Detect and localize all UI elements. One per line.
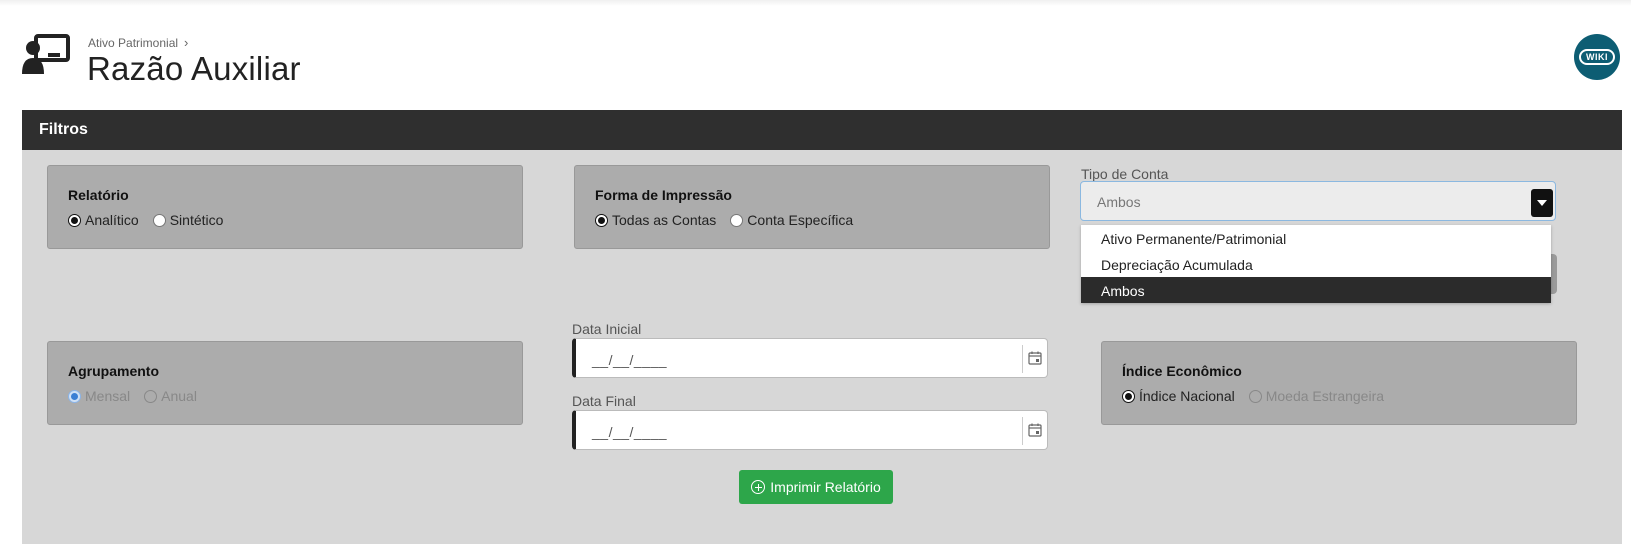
imprimir-relatorio-label: Imprimir Relatório (770, 479, 881, 495)
page-title: Razão Auxiliar (87, 50, 301, 87)
data-final-label: Data Final (572, 393, 636, 409)
radio-analitico-label: Analítico (85, 212, 139, 228)
data-inicial-value: __/__/____ (592, 352, 668, 368)
relatorio-group: Relatório Analítico Sintético (47, 165, 523, 249)
presentation-user-icon (22, 34, 70, 74)
breadcrumb: Ativo Patrimonial › (88, 35, 188, 50)
radio-indice-nacional-label: Índice Nacional (1139, 388, 1235, 404)
forma-impressao-label: Forma de Impressão (595, 187, 732, 203)
relatorio-radio-group: Analítico Sintético (68, 212, 237, 228)
date-separator (1022, 417, 1023, 445)
radio-mensal-control[interactable] (68, 389, 81, 403)
radio-moeda-estrangeira[interactable]: Moeda Estrangeira (1248, 388, 1385, 404)
calendar-icon[interactable] (1028, 351, 1042, 365)
forma-impressao-radio-group: Todas as Contas Conta Específica (595, 212, 867, 228)
tipo-conta-label: Tipo de Conta (1081, 166, 1169, 182)
chevron-right-icon: › (184, 35, 189, 50)
radio-mensal-label: Mensal (85, 388, 131, 404)
top-shadow (0, 0, 1631, 6)
tipo-conta-select[interactable]: Ambos (1080, 181, 1556, 221)
dropdown-option-ativo-permanente[interactable]: Ativo Permanente/Patrimonial (1081, 225, 1551, 251)
breadcrumb-item-ativo-patrimonial[interactable]: Ativo Patrimonial (88, 36, 178, 50)
radio-moeda-estrangeira-control[interactable] (1248, 389, 1262, 403)
radio-conta-especifica-label: Conta Específica (747, 212, 854, 228)
radio-moeda-estrangeira-label: Moeda Estrangeira (1265, 388, 1385, 404)
radio-analitico[interactable]: Analítico (68, 212, 139, 228)
indice-radio-group: Índice Nacional Moeda Estrangeira (1122, 388, 1398, 404)
tipo-conta-value: Ambos (1097, 194, 1141, 210)
wiki-button[interactable]: WIKI (1574, 34, 1620, 80)
relatorio-label: Relatório (68, 187, 129, 203)
data-inicial-label: Data Inicial (572, 321, 642, 337)
radio-indice-nacional-control[interactable] (1122, 389, 1135, 403)
dropdown-option-ambos[interactable]: Ambos (1081, 277, 1551, 303)
radio-indice-nacional[interactable]: Índice Nacional (1122, 388, 1235, 404)
forma-impressao-group: Forma de Impressão Todas as Contas Conta… (574, 165, 1050, 249)
radio-anual-label: Anual (161, 388, 197, 404)
date-separator (1022, 345, 1023, 373)
imprimir-relatorio-button[interactable]: Imprimir Relatório (739, 470, 893, 504)
radio-todas-as-contas-label: Todas as Contas (612, 212, 717, 228)
radio-anual[interactable]: Anual (144, 388, 197, 404)
data-final-value: __/__/____ (592, 424, 668, 440)
indice-economico-label: Índice Econômico (1122, 363, 1242, 379)
agrupamento-radio-group: Mensal Anual (68, 388, 211, 404)
wiki-label: WIKI (1579, 49, 1615, 65)
radio-analitico-control[interactable] (68, 213, 81, 227)
data-inicial-input[interactable]: __/__/____ (572, 338, 1048, 378)
radio-anual-control[interactable] (144, 389, 158, 403)
agrupamento-label: Agrupamento (68, 363, 159, 379)
calendar-icon[interactable] (1028, 423, 1042, 437)
data-final-input[interactable]: __/__/____ (572, 410, 1048, 450)
radio-conta-especifica[interactable]: Conta Específica (730, 212, 853, 228)
plus-circle-icon (751, 480, 766, 494)
filters-panel-header: Filtros (22, 110, 1622, 150)
radio-sintetico[interactable]: Sintético (152, 212, 224, 228)
chevron-down-icon[interactable] (1531, 189, 1553, 217)
radio-sintetico-control[interactable] (152, 213, 166, 227)
agrupamento-group: Agrupamento Mensal Anual (47, 341, 523, 425)
radio-conta-especifica-control[interactable] (730, 213, 744, 227)
radio-mensal[interactable]: Mensal (68, 388, 130, 404)
dropdown-option-depreciacao-acumulada[interactable]: Depreciação Acumulada (1081, 251, 1551, 277)
radio-sintetico-label: Sintético (169, 212, 224, 228)
indice-economico-group: Índice Econômico Índice Nacional Moeda E… (1101, 341, 1577, 425)
radio-todas-as-contas-control[interactable] (595, 213, 608, 227)
tipo-conta-dropdown: Ativo Permanente/Patrimonial Depreciação… (1081, 225, 1551, 303)
radio-todas-as-contas[interactable]: Todas as Contas (595, 212, 716, 228)
hidden-field-edge (1551, 254, 1557, 294)
